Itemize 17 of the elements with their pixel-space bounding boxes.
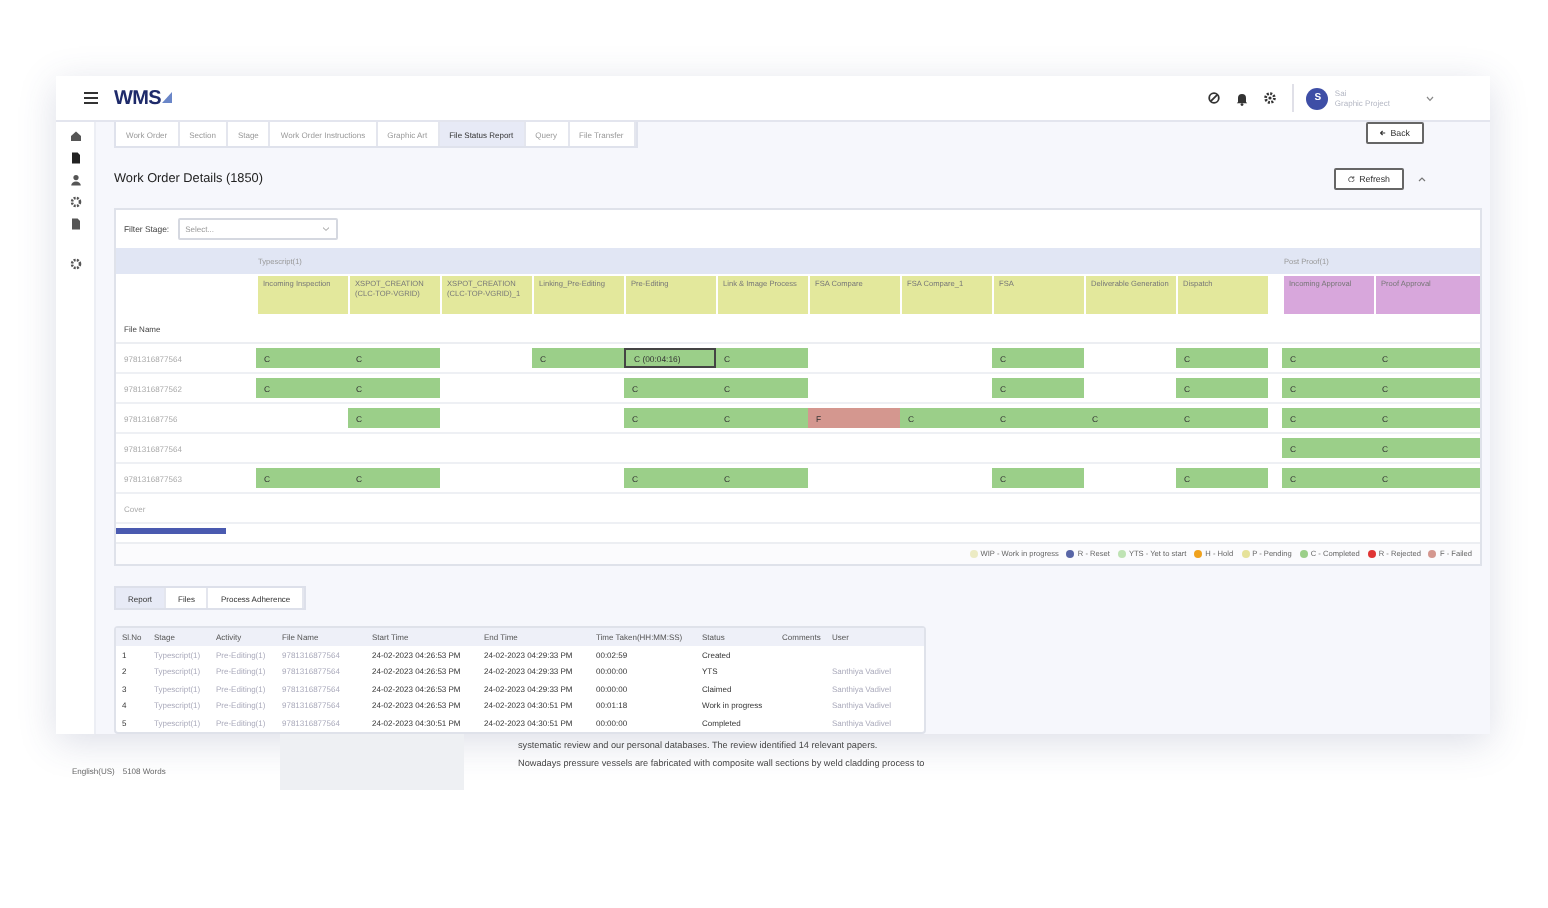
person-icon[interactable]: [69, 174, 81, 186]
caret-icon[interactable]: [1426, 95, 1434, 101]
refresh-icon: [1348, 175, 1356, 183]
logo: WMS: [114, 87, 162, 109]
block-icon[interactable]: [1208, 92, 1221, 104]
logo-icon: [161, 92, 172, 104]
arrow-icon: [1380, 130, 1387, 136]
menu-icon[interactable]: [84, 92, 98, 104]
document-icon[interactable]: [69, 152, 81, 164]
settings-icon[interactable]: [1264, 92, 1277, 104]
settings-icon[interactable]: [69, 258, 81, 270]
document-icon[interactable]: [69, 218, 81, 230]
notification-icon[interactable]: [1236, 91, 1249, 105]
settings-icon[interactable]: [69, 196, 81, 208]
chevron-icon: [321, 226, 330, 232]
collapse-icon[interactable]: [1418, 176, 1426, 182]
home-icon[interactable]: [69, 130, 81, 142]
